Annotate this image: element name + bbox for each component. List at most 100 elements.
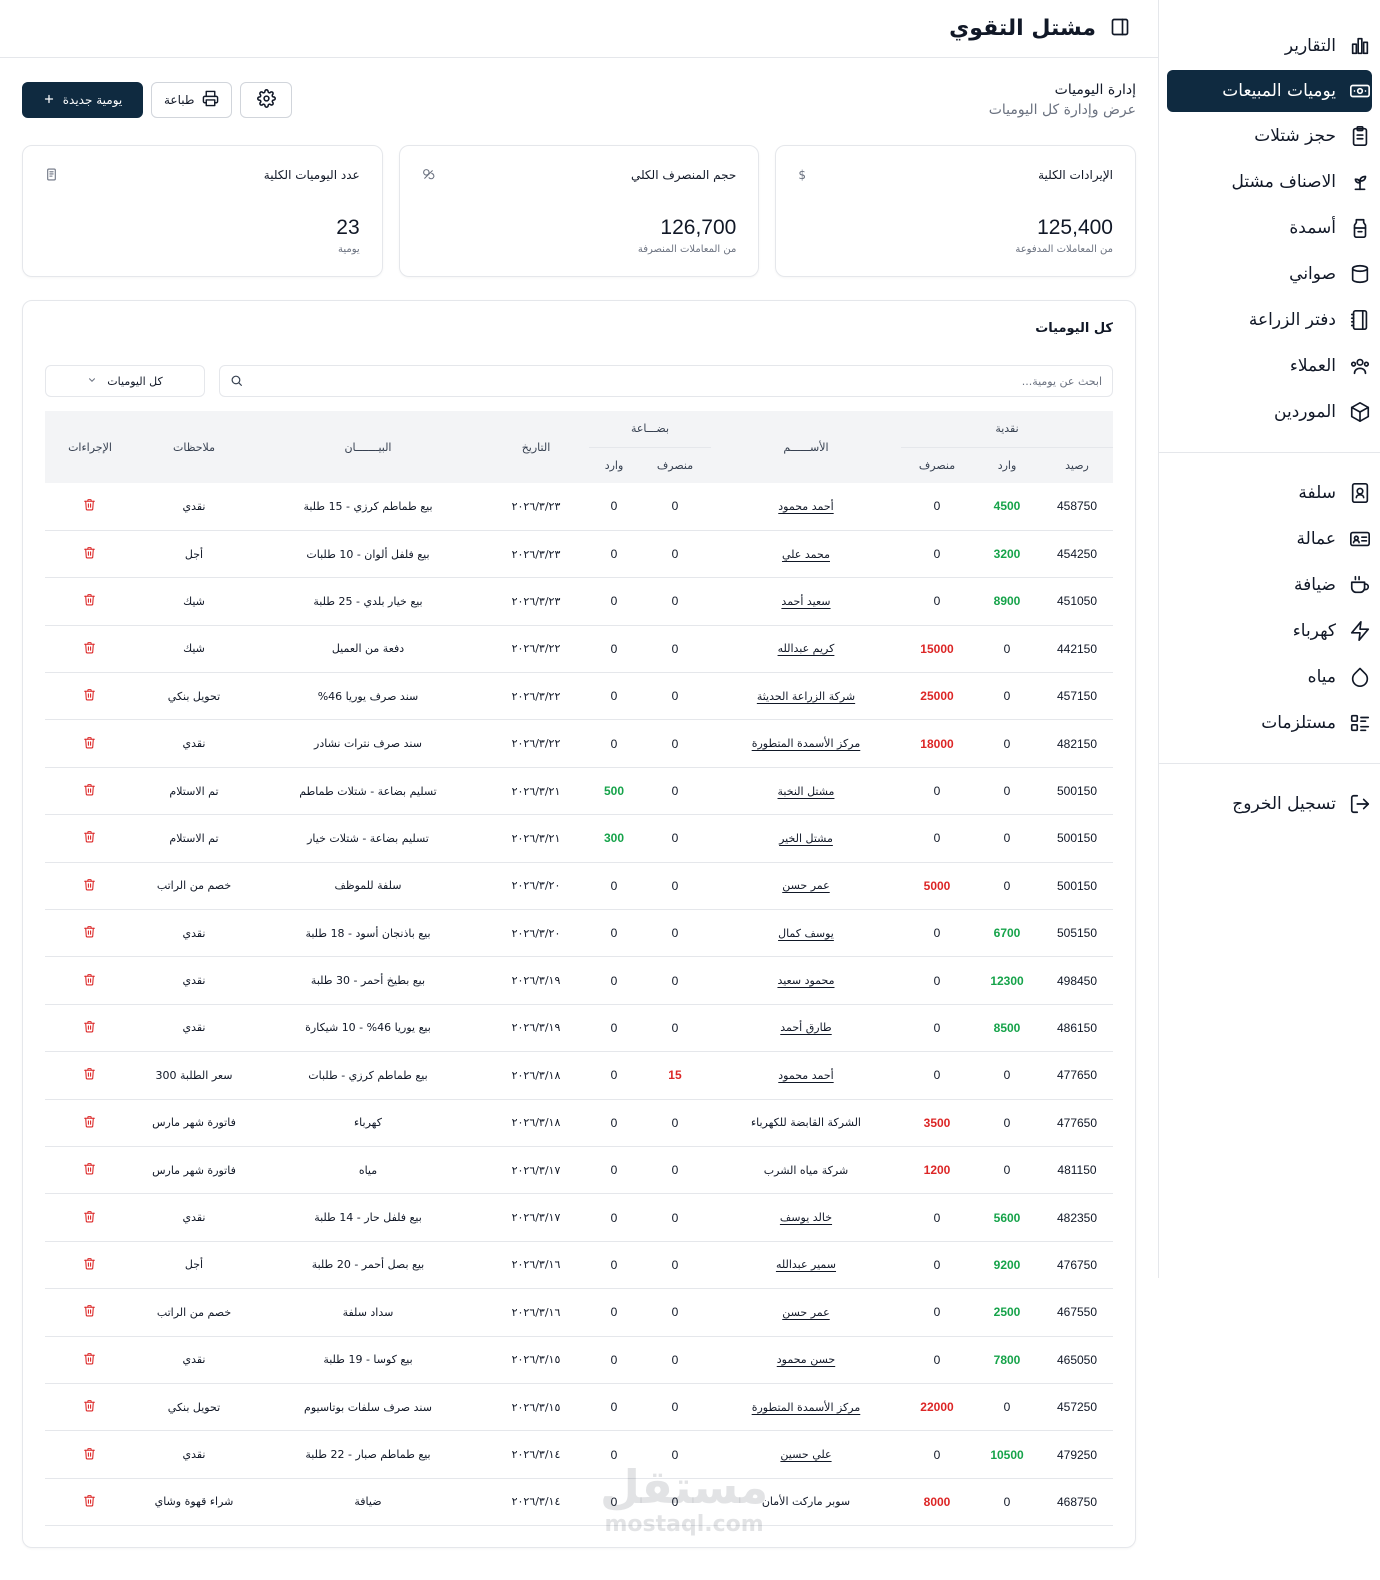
name-link[interactable]: خالد يوسف bbox=[780, 1211, 832, 1224]
name-link[interactable]: مركز الأسمدة المتطورة bbox=[752, 737, 861, 750]
dollar-icon: $ bbox=[798, 168, 806, 182]
cell-statement: بيع طماطم صبار - 22 طلبة bbox=[252, 1430, 483, 1479]
trash-icon[interactable] bbox=[83, 688, 96, 701]
trash-icon[interactable] bbox=[83, 1115, 96, 1128]
cell-cash-out: 0 bbox=[900, 909, 973, 958]
trash-icon[interactable] bbox=[83, 1447, 96, 1460]
sidebar-item-label: الموردين bbox=[1274, 402, 1336, 422]
cell-statement: بيع كوسا - 19 طلبة bbox=[252, 1336, 483, 1384]
name-link[interactable]: يوسف كمال bbox=[778, 927, 834, 940]
name-link[interactable]: شركة الزراعة الحديثة bbox=[757, 690, 855, 703]
sidebar-item-droplet[interactable]: مياه bbox=[1167, 655, 1372, 699]
cell-date: ٢٠٢٦/٣/١٩ bbox=[482, 1004, 589, 1053]
name-text: الشركة القابضة للكهرباء bbox=[750, 1116, 861, 1130]
name-link[interactable]: حسن محمود bbox=[777, 1353, 835, 1366]
sidebar-item-id-card[interactable]: عمالة bbox=[1167, 517, 1372, 561]
sidebar-item-logout[interactable]: تسجيل الخروج bbox=[1167, 782, 1372, 826]
cell-notes: شراء قهوة وشاي bbox=[134, 1478, 253, 1527]
cell-notes: فاتورة شهر مارس bbox=[134, 1099, 253, 1147]
trash-icon[interactable] bbox=[83, 973, 96, 986]
trash-icon[interactable] bbox=[83, 498, 96, 511]
sidebar-item-coffee[interactable]: ضيافة bbox=[1167, 563, 1372, 607]
settings-button[interactable] bbox=[240, 82, 293, 118]
cell-balance: 498450 bbox=[1041, 956, 1113, 1005]
cell-notes: نقدي bbox=[134, 719, 253, 768]
new-entry-button[interactable]: يومية جديدة bbox=[22, 82, 143, 118]
name-link[interactable]: محمود سعيد bbox=[777, 974, 834, 987]
name-link[interactable]: كريم عبدالله bbox=[778, 642, 835, 655]
trash-icon[interactable] bbox=[83, 641, 96, 654]
trash-icon[interactable] bbox=[83, 1210, 96, 1223]
sidebar-item-bar-chart[interactable]: التقارير bbox=[1167, 24, 1372, 68]
cell-balance: 479250 bbox=[1041, 1430, 1113, 1479]
cell-statement: سند صرف يوريا 46% bbox=[252, 672, 483, 721]
sidebar-toggle-icon[interactable] bbox=[1110, 17, 1130, 41]
sidebar-item-banknote[interactable]: يوميات المبيعات bbox=[1167, 70, 1372, 112]
cell-goods-in: 0 bbox=[588, 577, 639, 626]
cell-goods-in: 0 bbox=[588, 530, 639, 579]
cell-balance: 477650 bbox=[1041, 1051, 1113, 1100]
sidebar-item-contact[interactable]: سلفة bbox=[1167, 471, 1372, 515]
trash-icon[interactable] bbox=[83, 1162, 96, 1175]
table-row: 481150 0 1200 شركة مياه الشرب 0 0 ٢٠٢٦/٣/١٧ ميا… bbox=[44, 1146, 1113, 1195]
table-row: 476750 9200 0 سمير عبدالله 0 0 ٢٠٢٦/٣/١٦ بيع بص… bbox=[44, 1241, 1113, 1290]
sidebar-item-package[interactable]: الموردين bbox=[1167, 390, 1372, 434]
name-link[interactable]: أحمد محمود bbox=[778, 1069, 833, 1082]
sidebar-item-users[interactable]: العملاء bbox=[1167, 344, 1372, 388]
table-row: 482350 5600 0 خالد يوسف 0 0 ٢٠٢٦/٣/١٧ بيع فلفل … bbox=[44, 1193, 1113, 1242]
trash-icon[interactable] bbox=[83, 1352, 96, 1365]
cell-statement: ضيافة bbox=[252, 1478, 483, 1527]
sidebar-item-zap[interactable]: كهرباء bbox=[1167, 609, 1372, 653]
sidebar-item-cylinder[interactable]: صواني bbox=[1167, 252, 1372, 296]
name-link[interactable]: علي حسين bbox=[780, 1448, 831, 1461]
cell-statement: بيع فلفل ألوان - 10 طلبات bbox=[252, 530, 483, 579]
trash-icon[interactable] bbox=[83, 546, 96, 559]
sidebar-item-clipboard[interactable]: حجز شتلات bbox=[1167, 114, 1372, 158]
name-link[interactable]: محمد علي bbox=[782, 548, 830, 561]
trash-icon[interactable] bbox=[83, 1020, 96, 1033]
trash-icon[interactable] bbox=[83, 783, 96, 796]
sidebar-item-notebook[interactable]: دفتر الزراعة bbox=[1167, 298, 1372, 342]
cell-balance: 477650 bbox=[1041, 1099, 1113, 1147]
trash-icon[interactable] bbox=[83, 736, 96, 749]
trash-icon[interactable] bbox=[83, 1257, 96, 1270]
cell-balance: 457250 bbox=[1041, 1383, 1113, 1432]
cell-balance: 442150 bbox=[1041, 625, 1113, 674]
entries-table: نقدية الأســــــم بضـــاعة التاريخ البيـ… bbox=[44, 411, 1113, 1527]
col-name[interactable]: الأســــــم bbox=[710, 411, 901, 483]
cell-goods-in: 0 bbox=[588, 1288, 639, 1337]
trash-icon[interactable] bbox=[83, 830, 96, 843]
name-link[interactable]: أحمد محمود bbox=[778, 500, 833, 513]
cell-actions bbox=[44, 719, 135, 768]
cell-goods-out: 0 bbox=[638, 530, 711, 579]
trash-icon[interactable] bbox=[83, 878, 96, 891]
trash-icon[interactable] bbox=[83, 1494, 96, 1507]
name-link[interactable]: مشتل الخير bbox=[779, 832, 833, 845]
name-link[interactable]: عمر حسن bbox=[782, 1306, 829, 1319]
cell-actions bbox=[44, 956, 135, 1005]
sidebar-item-list[interactable]: مستلزمات bbox=[1167, 701, 1372, 745]
sidebar-item-sprout[interactable]: الاصناف مشتل bbox=[1167, 160, 1372, 204]
name-link[interactable]: مركز الأسمدة المتطورة bbox=[752, 1401, 861, 1414]
trash-icon[interactable] bbox=[83, 1399, 96, 1412]
search-input[interactable] bbox=[251, 374, 1102, 388]
cell-balance: 505150 bbox=[1041, 909, 1113, 958]
trash-icon[interactable] bbox=[83, 925, 96, 938]
stat-value: 125,400 bbox=[1037, 216, 1113, 239]
print-button[interactable]: طباعة bbox=[151, 82, 233, 118]
trash-icon[interactable] bbox=[83, 593, 96, 606]
name-link[interactable]: عمر حسن bbox=[782, 879, 829, 892]
sidebar-item-fertilizer[interactable]: أسمدة bbox=[1167, 206, 1372, 250]
name-link[interactable]: سعيد أحمد bbox=[781, 595, 830, 608]
name-link[interactable]: سمير عبدالله bbox=[776, 1258, 836, 1271]
col-date[interactable]: التاريخ bbox=[482, 411, 589, 483]
name-link[interactable]: طارق أحمد bbox=[780, 1021, 831, 1034]
cell-goods-out: 0 bbox=[638, 1336, 711, 1384]
watermark-ar: مستقل bbox=[600, 1460, 769, 1514]
filter-select[interactable]: كل اليوميات bbox=[45, 365, 205, 397]
cell-cash-out: 0 bbox=[900, 956, 973, 1005]
name-link[interactable]: مشتل النخبة bbox=[778, 785, 835, 798]
trash-icon[interactable] bbox=[83, 1067, 96, 1080]
trash-icon[interactable] bbox=[83, 1304, 96, 1317]
cell-date: ٢٠٢٦/٣/٢٣ bbox=[482, 577, 589, 626]
